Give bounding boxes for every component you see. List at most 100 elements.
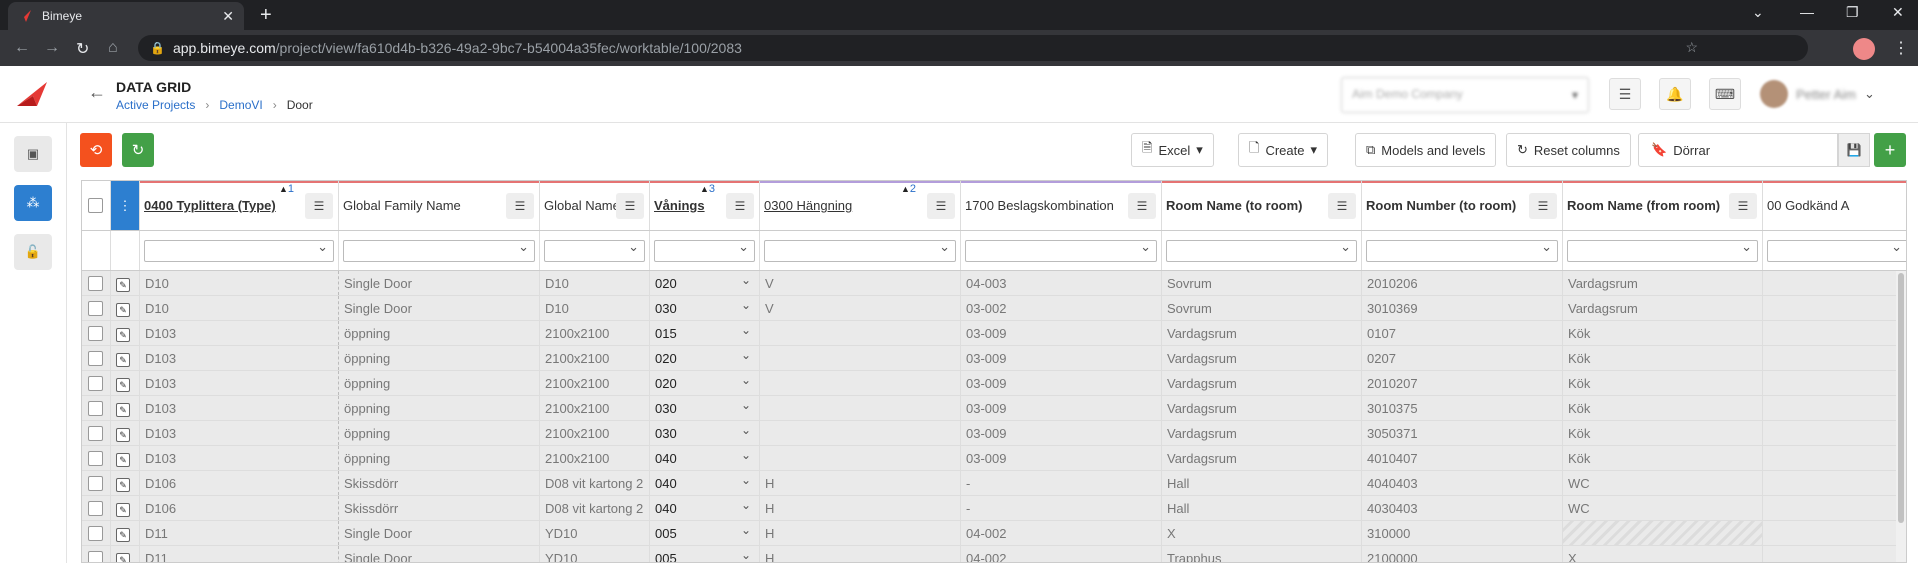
table-cell[interactable]: 2100x2100 [540,371,650,395]
row-checkbox[interactable] [88,326,103,341]
table-cell[interactable]: D08 vit kartong 2 [540,496,650,520]
table-cell[interactable]: 3010369 [1362,296,1563,320]
table-cell[interactable] [760,421,961,445]
table-cell[interactable]: 040 [650,446,760,470]
table-cell[interactable]: öppning [339,396,540,420]
table-cell[interactable]: Single Door [339,271,540,295]
table-cell[interactable]: Skissdörr [339,496,540,520]
table-cell[interactable]: öppning [339,346,540,370]
table-cell[interactable]: Vardagsrum [1162,346,1362,370]
table-cell[interactable]: D10 [540,271,650,295]
table-cell[interactable]: 0207 [1362,346,1563,370]
table-cell[interactable]: Vardagsrum [1162,321,1362,345]
table-cell[interactable]: 015 [650,321,760,345]
table-cell[interactable]: Hall [1162,471,1362,495]
table-cell[interactable] [1763,346,1906,370]
tasks-button[interactable]: ☰ [1609,78,1641,110]
table-cell[interactable]: 040 [650,471,760,495]
table-cell[interactable]: Skissdörr [339,471,540,495]
table-cell[interactable]: Kök [1563,371,1763,395]
chevron-down-icon[interactable]: ⌄ [1752,4,1764,21]
save-view-button[interactable]: 💾 [1838,133,1870,167]
table-cell[interactable] [1763,421,1906,445]
profile-avatar[interactable] [1853,38,1875,60]
column-menu-button[interactable]: ☰ [726,192,754,219]
column-header[interactable]: 1700 Beslagskombination ☰ [961,181,1162,230]
restore-icon[interactable]: ❐ [1846,4,1859,21]
column-menu-button[interactable]: ☰ [1529,192,1557,219]
browser-menu-icon[interactable]: ⋮ [1893,38,1909,58]
table-cell[interactable]: Kök [1563,321,1763,345]
table-cell[interactable]: - [961,496,1162,520]
tab-close-icon[interactable]: ✕ [222,8,234,25]
table-cell[interactable]: Single Door [339,521,540,545]
table-cell[interactable]: 030 [650,396,760,420]
table-cell[interactable]: Vardagsrum [1563,296,1763,320]
table-cell[interactable]: 2100x2100 [540,396,650,420]
table-cell[interactable]: D106 [140,471,339,495]
table-cell[interactable]: 2100x2100 [540,446,650,470]
edit-icon[interactable]: ✎ [116,503,130,517]
column-header[interactable]: 0400 Typlittera (Type) ▲1 ☰ [140,181,339,230]
add-view-button[interactable]: + [1874,133,1906,167]
table-cell[interactable]: Kök [1563,421,1763,445]
table-cell[interactable]: öppning [339,371,540,395]
table-cell[interactable]: D103 [140,321,339,345]
table-cell[interactable] [760,321,961,345]
column-header[interactable]: 0300 Hängning ▲2 ☰ [760,181,961,230]
table-cell[interactable]: 03-009 [961,371,1162,395]
column-filter-select[interactable] [1366,239,1558,262]
view-name-input[interactable]: 🔖 Dörrar [1638,133,1838,167]
table-cell[interactable]: Vardagsrum [1162,371,1362,395]
table-cell[interactable]: 0107 [1362,321,1563,345]
table-cell[interactable] [760,396,961,420]
table-cell[interactable]: Vardagsrum [1162,421,1362,445]
table-cell[interactable]: D103 [140,371,339,395]
row-checkbox[interactable] [88,351,103,366]
row-checkbox[interactable] [88,476,103,491]
models-levels-button[interactable]: ⧉ Models and levels [1355,133,1497,167]
edit-icon[interactable]: ✎ [116,428,130,442]
row-checkbox[interactable] [88,276,103,291]
table-cell[interactable]: 2100x2100 [540,321,650,345]
table-cell[interactable]: öppning [339,446,540,470]
table-cell[interactable]: 020 [650,346,760,370]
table-cell[interactable] [760,346,961,370]
table-cell[interactable]: D11 [140,521,339,545]
column-filter-select[interactable] [1567,239,1758,262]
table-cell[interactable]: - [961,471,1162,495]
column-header[interactable]: Room Number (to room) ☰ [1362,181,1563,230]
row-checkbox[interactable] [88,451,103,466]
column-header[interactable]: Global Name ☰ [540,181,650,230]
reload-icon[interactable]: ↻ [76,39,89,59]
edit-icon[interactable]: ✎ [116,353,130,367]
table-cell[interactable]: 020 [650,271,760,295]
column-menu-button[interactable]: ☰ [1729,192,1757,219]
table-cell[interactable]: Kök [1563,346,1763,370]
table-cell[interactable]: 2100x2100 [540,421,650,445]
table-cell[interactable]: Kök [1563,396,1763,420]
row-checkbox[interactable] [88,376,103,391]
reset-columns-button[interactable]: ↻ Reset columns [1506,133,1631,167]
bookmark-star-icon[interactable]: ☆ [1685,39,1698,56]
keyboard-button[interactable]: ⌨ [1709,78,1741,110]
row-checkbox[interactable] [88,551,103,562]
table-cell[interactable]: Hall [1162,496,1362,520]
table-cell[interactable]: 3010375 [1362,396,1563,420]
table-cell[interactable]: WC [1563,471,1763,495]
table-cell[interactable]: D10 [540,296,650,320]
table-cell[interactable] [1763,371,1906,395]
table-cell[interactable]: H [760,496,961,520]
table-cell[interactable]: 04-003 [961,271,1162,295]
column-filter-select[interactable] [343,239,535,262]
column-filter-select[interactable] [764,239,956,262]
table-cell[interactable]: WC [1563,496,1763,520]
column-filter-select[interactable] [1166,239,1357,262]
table-cell[interactable] [1763,321,1906,345]
table-cell[interactable] [1763,546,1906,562]
new-tab-icon[interactable]: + [260,3,272,27]
table-cell[interactable]: V [760,271,961,295]
table-cell[interactable]: X [1162,521,1362,545]
edit-icon[interactable]: ✎ [116,403,130,417]
table-cell[interactable]: D103 [140,346,339,370]
